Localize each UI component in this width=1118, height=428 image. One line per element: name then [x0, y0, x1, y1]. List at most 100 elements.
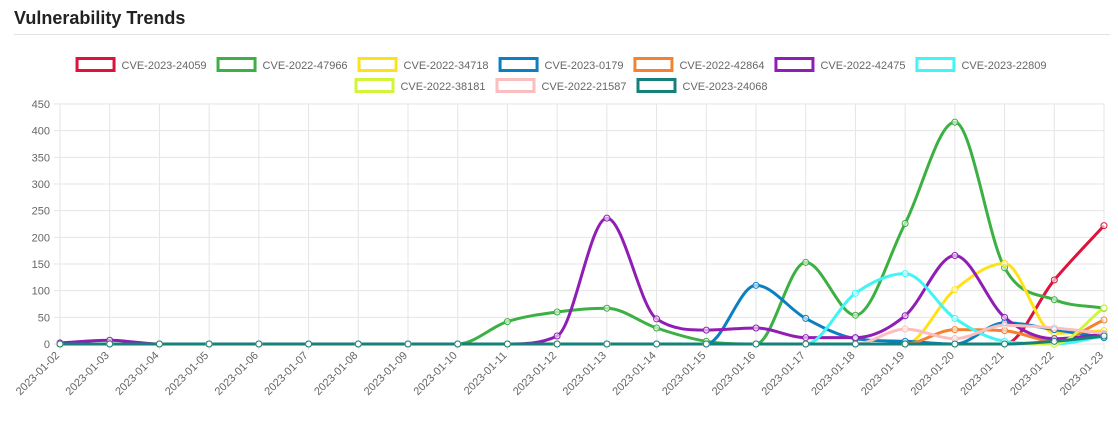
- data-point[interactable]: [653, 340, 661, 348]
- legend-item[interactable]: CVE-2022-42864: [633, 57, 765, 73]
- legend-swatch: [498, 57, 539, 72]
- data-point[interactable]: [503, 340, 511, 348]
- y-axis: 0 50 100 150 200 250 300 350 400 450: [32, 99, 50, 351]
- data-point[interactable]: [901, 270, 909, 278]
- x-tick-label: 2023-01-18: [809, 350, 857, 398]
- data-point[interactable]: [404, 340, 412, 348]
- x-axis: 2023-01-02 2023-01-03 2023-01-04 2023-01-05…: [14, 350, 1106, 398]
- y-tick-label: 400: [32, 126, 50, 138]
- legend-label: CVE-2023-22809: [961, 60, 1046, 72]
- data-point[interactable]: [851, 311, 859, 319]
- data-point[interactable]: [951, 314, 959, 322]
- legend-label: CVE-2022-47966: [263, 60, 348, 72]
- legend-label: CVE-2022-34718: [404, 60, 489, 72]
- legend-label: CVE-2023-24068: [683, 81, 768, 93]
- chart-legend: CVE-2023-24059 CVE-2022-47966 CVE-2022-347…: [75, 57, 1047, 94]
- data-point[interactable]: [553, 308, 561, 316]
- data-point[interactable]: [802, 258, 810, 266]
- x-tick-label: 2023-01-05: [163, 350, 211, 398]
- data-point[interactable]: [1001, 340, 1009, 348]
- data-point[interactable]: [603, 304, 611, 312]
- legend-item[interactable]: CVE-2022-38181: [354, 78, 486, 94]
- data-point[interactable]: [951, 118, 959, 126]
- data-point[interactable]: [454, 340, 462, 348]
- data-point[interactable]: [1100, 316, 1108, 324]
- data-point[interactable]: [1001, 321, 1009, 329]
- data-point[interactable]: [1100, 332, 1108, 340]
- data-point[interactable]: [603, 340, 611, 348]
- data-point[interactable]: [752, 324, 760, 332]
- legend-swatch: [633, 57, 674, 72]
- legend-label: CVE-2023-0179: [545, 60, 624, 72]
- legend-label: CVE-2022-38181: [400, 81, 485, 93]
- legend-swatch: [216, 57, 257, 72]
- legend-item[interactable]: CVE-2023-24068: [636, 78, 768, 94]
- data-point[interactable]: [1001, 259, 1009, 267]
- legend-item[interactable]: CVE-2023-0179: [498, 57, 624, 73]
- data-point[interactable]: [553, 340, 561, 348]
- data-point[interactable]: [752, 281, 760, 289]
- data-point[interactable]: [1001, 313, 1009, 321]
- data-point[interactable]: [901, 312, 909, 320]
- chart-grid: [54, 103, 1105, 350]
- x-tick-label: 2023-01-17: [760, 350, 808, 398]
- series-line-CVE-2023-0179: [59, 283, 1105, 346]
- data-point[interactable]: [305, 340, 313, 348]
- x-tick-label: 2023-01-16: [710, 350, 758, 398]
- x-tick-label: 2023-01-13: [561, 350, 609, 398]
- data-point[interactable]: [951, 340, 959, 348]
- legend-item[interactable]: CVE-2023-22809: [915, 57, 1047, 73]
- data-point[interactable]: [951, 251, 959, 259]
- data-point[interactable]: [205, 340, 213, 348]
- data-point[interactable]: [851, 340, 859, 348]
- x-tick-label: 2023-01-15: [660, 350, 708, 398]
- data-point[interactable]: [1050, 337, 1058, 345]
- y-tick-label: 300: [32, 179, 50, 191]
- data-point[interactable]: [56, 340, 64, 348]
- data-point[interactable]: [802, 340, 810, 348]
- data-point[interactable]: [901, 325, 909, 333]
- data-point[interactable]: [702, 326, 710, 334]
- data-point[interactable]: [653, 324, 661, 332]
- data-point[interactable]: [802, 334, 810, 342]
- data-point[interactable]: [503, 318, 511, 326]
- data-point[interactable]: [255, 340, 263, 348]
- series-lines: [59, 120, 1106, 346]
- data-point[interactable]: [1100, 304, 1108, 312]
- data-point[interactable]: [553, 332, 561, 340]
- data-point[interactable]: [1050, 324, 1058, 332]
- data-point[interactable]: [802, 314, 810, 322]
- legend-item[interactable]: CVE-2022-42475: [774, 57, 906, 73]
- data-point[interactable]: [603, 214, 611, 222]
- data-point[interactable]: [951, 326, 959, 334]
- legend-swatch: [636, 78, 677, 93]
- x-tick-label: 2023-01-06: [213, 350, 261, 398]
- data-point[interactable]: [106, 340, 114, 348]
- data-point[interactable]: [1050, 276, 1058, 284]
- x-tick-label: 2023-01-20: [909, 350, 957, 398]
- data-point[interactable]: [1100, 222, 1108, 230]
- data-point[interactable]: [702, 340, 710, 348]
- legend-label: CVE-2022-21587: [541, 81, 626, 93]
- data-point[interactable]: [851, 289, 859, 297]
- series-line-CVE-2022-21587: [59, 323, 1105, 346]
- legend-item[interactable]: CVE-2022-21587: [495, 78, 627, 94]
- x-tick-label: 2023-01-08: [312, 350, 360, 398]
- data-point[interactable]: [752, 340, 760, 348]
- data-point[interactable]: [653, 315, 661, 323]
- x-tick-label: 2023-01-23: [1058, 350, 1106, 398]
- legend-item[interactable]: CVE-2022-47966: [216, 57, 348, 73]
- data-point[interactable]: [155, 340, 163, 348]
- y-tick-label: 150: [32, 259, 50, 271]
- data-point[interactable]: [1050, 296, 1058, 304]
- data-point[interactable]: [851, 334, 859, 342]
- legend-label: CVE-2023-24059: [122, 60, 207, 72]
- data-point[interactable]: [901, 219, 909, 227]
- x-tick-label: 2023-01-03: [64, 350, 112, 398]
- legend-item[interactable]: CVE-2023-24059: [75, 57, 207, 73]
- data-point[interactable]: [354, 340, 362, 348]
- data-point[interactable]: [951, 286, 959, 294]
- x-tick-label: 2023-01-04: [113, 350, 161, 398]
- data-point[interactable]: [901, 340, 909, 348]
- legend-item[interactable]: CVE-2022-34718: [357, 57, 489, 73]
